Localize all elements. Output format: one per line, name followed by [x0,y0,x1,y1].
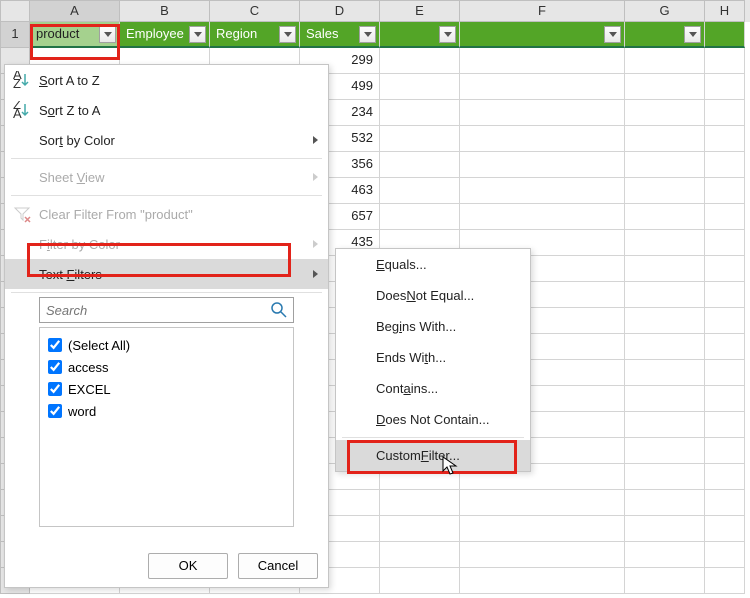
header-cell-g[interactable] [625,22,705,48]
clear-filter-label: Clear Filter From "product" [39,207,193,222]
header-cell-f[interactable] [460,22,625,48]
filter-not-contain[interactable]: Does Not Contain... [336,404,530,435]
filter-button-g[interactable] [684,26,701,43]
submenu-arrow-icon [313,240,318,248]
header-label-sales: Sales [306,26,339,41]
search-icon [271,302,287,318]
filter-by-color: Filter by Color [5,229,328,259]
filter-contains[interactable]: Contains... [336,373,530,404]
sheet-view: Sheet View [5,162,328,192]
filter-button-f[interactable] [604,26,621,43]
filter-equals[interactable]: Equals... [336,249,530,280]
filter-button-sales[interactable] [359,26,376,43]
sort-asc-icon: AZ [13,71,31,89]
header-label-product: product [36,26,79,41]
separator [11,195,322,196]
sort-z-to-a[interactable]: ZA Sort Z to A [5,95,328,125]
header-cell-sales[interactable]: Sales [300,22,380,48]
header-cell-h[interactable] [705,22,745,48]
column-headers: A B C D E F G H [0,0,750,22]
svg-text:Z: Z [13,76,21,89]
submenu-arrow-icon [313,136,318,144]
check-item[interactable]: word [48,400,285,422]
header-label-employee: Employee [126,26,184,41]
header-cell-region[interactable]: Region [210,22,300,48]
header-label-region: Region [216,26,257,41]
search-box[interactable] [39,297,294,323]
separator [11,158,322,159]
check-label: EXCEL [68,382,111,397]
checkbox[interactable] [48,404,62,418]
search-input[interactable] [46,303,271,318]
filter-custom[interactable]: Custom Filter... [336,440,530,471]
header-cell-e[interactable] [380,22,460,48]
col-header-B[interactable]: B [120,0,210,22]
submenu-arrow-icon [313,270,318,278]
filter-button-e[interactable] [439,26,456,43]
filter-not-equal[interactable]: Does Not Equal... [336,280,530,311]
separator [342,437,524,438]
checkbox[interactable] [48,360,62,374]
col-header-E[interactable]: E [380,0,460,22]
checkbox[interactable] [48,338,62,352]
checkbox[interactable] [48,382,62,396]
submenu-arrow-icon [313,173,318,181]
filter-ends-with[interactable]: Ends With... [336,342,530,373]
header-row: 1 product Employee Region Sales [0,22,750,48]
clear-filter: Clear Filter From "product" [5,199,328,229]
sort-a-to-z[interactable]: AZ SSort A to Zort A to Z [5,65,328,95]
col-header-C[interactable]: C [210,0,300,22]
check-label: (Select All) [68,338,130,353]
svg-text:A: A [13,106,22,119]
col-header-D[interactable]: D [300,0,380,22]
col-header-F[interactable]: F [460,0,625,22]
separator [11,292,322,293]
filter-button-region[interactable] [279,26,296,43]
filter-begins-with[interactable]: Begins With... [336,311,530,342]
filter-button-employee[interactable] [189,26,206,43]
filter-button-product[interactable] [99,26,116,43]
check-label: access [68,360,108,375]
select-all-corner[interactable] [0,0,30,22]
check-label: word [68,404,96,419]
check-select-all[interactable]: (Select All) [48,334,285,356]
ok-button[interactable]: OK [148,553,228,579]
col-header-A[interactable]: A [30,0,120,22]
sort-desc-icon: ZA [13,101,31,119]
text-filters-submenu: Equals... Does Not Equal... Begins With.… [335,248,531,472]
dialog-buttons: OK Cancel [148,553,318,579]
clear-filter-icon [13,205,31,223]
check-item[interactable]: EXCEL [48,378,285,400]
sort-by-color[interactable]: Sort by Color [5,125,328,155]
filter-checklist[interactable]: (Select All) access EXCEL word [39,327,294,527]
header-cell-product[interactable]: product [30,22,120,48]
filter-dropdown: AZ SSort A to Zort A to Z ZA Sort Z to A… [4,64,329,588]
text-filters[interactable]: Text Filters [5,259,328,289]
col-header-G[interactable]: G [625,0,705,22]
header-cell-employee[interactable]: Employee [120,22,210,48]
row-header-1[interactable]: 1 [0,22,30,48]
col-header-H[interactable]: H [705,0,745,22]
check-item[interactable]: access [48,356,285,378]
cancel-button[interactable]: Cancel [238,553,318,579]
